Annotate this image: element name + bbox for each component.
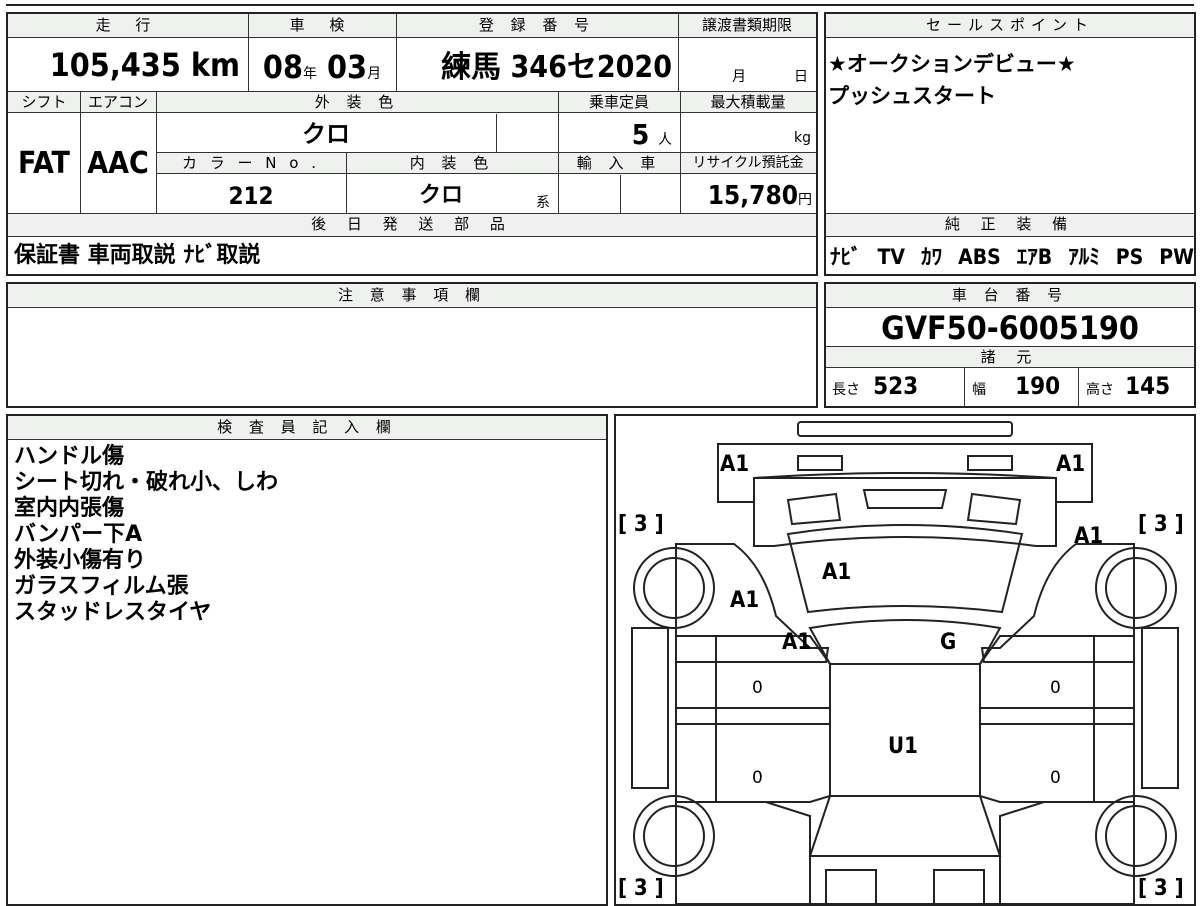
- equipment-list: ﾅﾋﾞ TV ｶﾜ ABS ｴｱB ｱﾙﾐ PS PW: [830, 240, 1194, 274]
- later-parts-value: 保証書 車両取説 ﾅﾋﾞ取説: [14, 243, 261, 268]
- vehicle-info-table: 走 行 車 検 登 録 番 号 譲渡書類期限 105,435 km 08年 03…: [6, 12, 818, 276]
- caution-header: 注 意 事 項 欄: [8, 284, 816, 308]
- spec-length-label: 長さ: [832, 382, 860, 398]
- color-no-header: カ ラ ー N o .: [181, 154, 320, 172]
- inspection-value: 08年 03月: [248, 40, 396, 90]
- inspector-header: 検 査 員 記 入 欄: [8, 416, 606, 440]
- inspection-year-unit: 年: [302, 66, 317, 82]
- shift-value: FAT: [18, 146, 70, 181]
- equipment-item: ABS: [958, 245, 1001, 269]
- equipment-item: PW: [1159, 245, 1194, 269]
- damage-mark: A1: [822, 560, 852, 585]
- registration-header: 登 録 番 号: [478, 16, 596, 34]
- aircon-value: AAC: [87, 146, 149, 181]
- inspector-note: バンパー下A: [14, 522, 143, 547]
- transfer-header: 譲渡書類期限: [701, 16, 792, 34]
- exterior-color-header: 外 装 色: [314, 93, 400, 111]
- tire-label: [ 3 ]: [618, 876, 664, 901]
- registration-value: 練馬 346セ2020: [441, 50, 672, 85]
- sales-point-line: プッシュスタート: [828, 84, 996, 108]
- damage-mark: G: [940, 630, 957, 655]
- recycle-number: 15,780: [707, 181, 798, 211]
- equipment-item: ｱﾙﾐ: [1068, 245, 1100, 269]
- transfer-day-label: 日: [794, 69, 808, 85]
- sales-points-box: セールスポイント ★オークションデビュー★ プッシュスタート 純 正 装 備 ﾅ…: [824, 12, 1196, 276]
- spec-width: 幅 190: [972, 372, 1082, 400]
- mileage-header: 走 行: [95, 16, 161, 34]
- spec-width-value: 190: [1015, 372, 1061, 400]
- spec-length: 長さ 523: [832, 372, 962, 400]
- inspector-note: 室内内張傷: [14, 496, 125, 521]
- sales-points-header: セールスポイント: [826, 14, 1194, 38]
- equipment-item: PS: [1115, 245, 1144, 269]
- car-diagram: [631, 421, 1179, 904]
- max-load-unit: kg: [794, 130, 811, 146]
- chassis-header: 車 台 番 号: [826, 284, 1194, 308]
- sales-point-line: ★オークションデビュー★: [828, 52, 1076, 76]
- import-header: 輸 入 車: [576, 154, 662, 172]
- damage-mark: A1: [730, 588, 760, 613]
- transfer-month-label: 月: [732, 69, 746, 85]
- spec-height: 高さ 145: [1086, 372, 1194, 400]
- mileage-unit: km: [190, 46, 240, 84]
- mileage-value: 105,435 km: [8, 40, 246, 90]
- inspection-year: 08: [262, 48, 303, 86]
- inspector-notes: ハンドル傷 シート切れ・破れ小、しわ 室内内張傷 バンパー下A 外装小傷有り ガ…: [14, 444, 278, 626]
- inspector-box: 検 査 員 記 入 欄 ハンドル傷 シート切れ・破れ小、しわ 室内内張傷 バンパ…: [6, 414, 608, 906]
- top-cut-strip: [6, 0, 1194, 6]
- damage-mark: A1: [1074, 524, 1104, 549]
- shift-header: シフト: [21, 93, 67, 111]
- chassis-number: GVF50-6005190: [881, 309, 1139, 347]
- capacity-value: 5 人: [558, 114, 680, 152]
- interior-color-suffix: 系: [536, 195, 550, 211]
- interior-color-header: 内 装 色: [409, 154, 495, 172]
- spec-height-value: 145: [1125, 372, 1171, 400]
- damage-mark: A1: [1056, 452, 1086, 477]
- car-diagram-box: A1 A1 A1 A1 A1 A1 G U1 [ 3 ] [ 3 ] [ 3 ]…: [614, 414, 1196, 906]
- inspection-month-unit: 月: [367, 66, 382, 82]
- equipment-item: ﾅﾋﾞ: [830, 245, 862, 269]
- damage-mark: A1: [782, 630, 812, 655]
- recycle-header: リサイクル預託金: [692, 155, 804, 171]
- spec-width-label: 幅: [972, 382, 986, 398]
- inspector-note: ハンドル傷: [14, 444, 125, 469]
- equipment-item: ｶﾜ: [921, 245, 943, 269]
- max-load-header: 最大積載量: [710, 93, 786, 111]
- caution-box: 注 意 事 項 欄: [6, 282, 818, 408]
- zero-mark: 0: [752, 768, 763, 788]
- damage-mark: U1: [888, 734, 918, 759]
- capacity-header: 乗車定員: [588, 93, 649, 111]
- zero-mark: 0: [1050, 768, 1061, 788]
- equipment-item: ｴｱB: [1016, 245, 1053, 269]
- inspector-note: ガラスフィルム張: [14, 574, 189, 599]
- capacity-number: 5: [631, 118, 650, 151]
- tire-label: [ 3 ]: [1138, 512, 1184, 537]
- capacity-unit: 人: [658, 132, 672, 148]
- interior-color-value: クロ: [418, 183, 463, 208]
- recycle-unit: 円: [798, 192, 812, 208]
- tire-label: [ 3 ]: [1138, 876, 1184, 901]
- recycle-value: 15,780円: [680, 175, 816, 213]
- inspector-note: 外装小傷有り: [14, 548, 147, 573]
- spec-length-value: 523: [873, 372, 919, 400]
- spec-height-label: 高さ: [1086, 382, 1114, 398]
- aircon-header: エアコン: [87, 93, 148, 111]
- mileage-number: 105,435: [49, 46, 181, 84]
- inspector-note: シート切れ・破れ小、しわ: [14, 470, 279, 495]
- inspector-note: スタッドレスタイヤ: [14, 600, 212, 625]
- damage-mark: A1: [720, 452, 750, 477]
- exterior-color-value: クロ: [302, 120, 350, 148]
- equipment-header: 純 正 装 備: [944, 215, 1076, 233]
- chassis-box: 車 台 番 号 GVF50-6005190 諸 元 長さ 523 幅 190 高…: [824, 282, 1196, 408]
- color-no-value: 212: [228, 182, 274, 210]
- later-parts-header: 後 日 発 送 部 品: [311, 215, 513, 233]
- inspection-header: 車 検: [289, 16, 355, 34]
- zero-mark: 0: [752, 678, 763, 698]
- zero-mark: 0: [1050, 678, 1061, 698]
- inspection-month: 03: [327, 48, 368, 86]
- tire-label: [ 3 ]: [618, 512, 664, 537]
- specs-header: 諸 元: [980, 348, 1040, 366]
- equipment-item: TV: [877, 245, 906, 269]
